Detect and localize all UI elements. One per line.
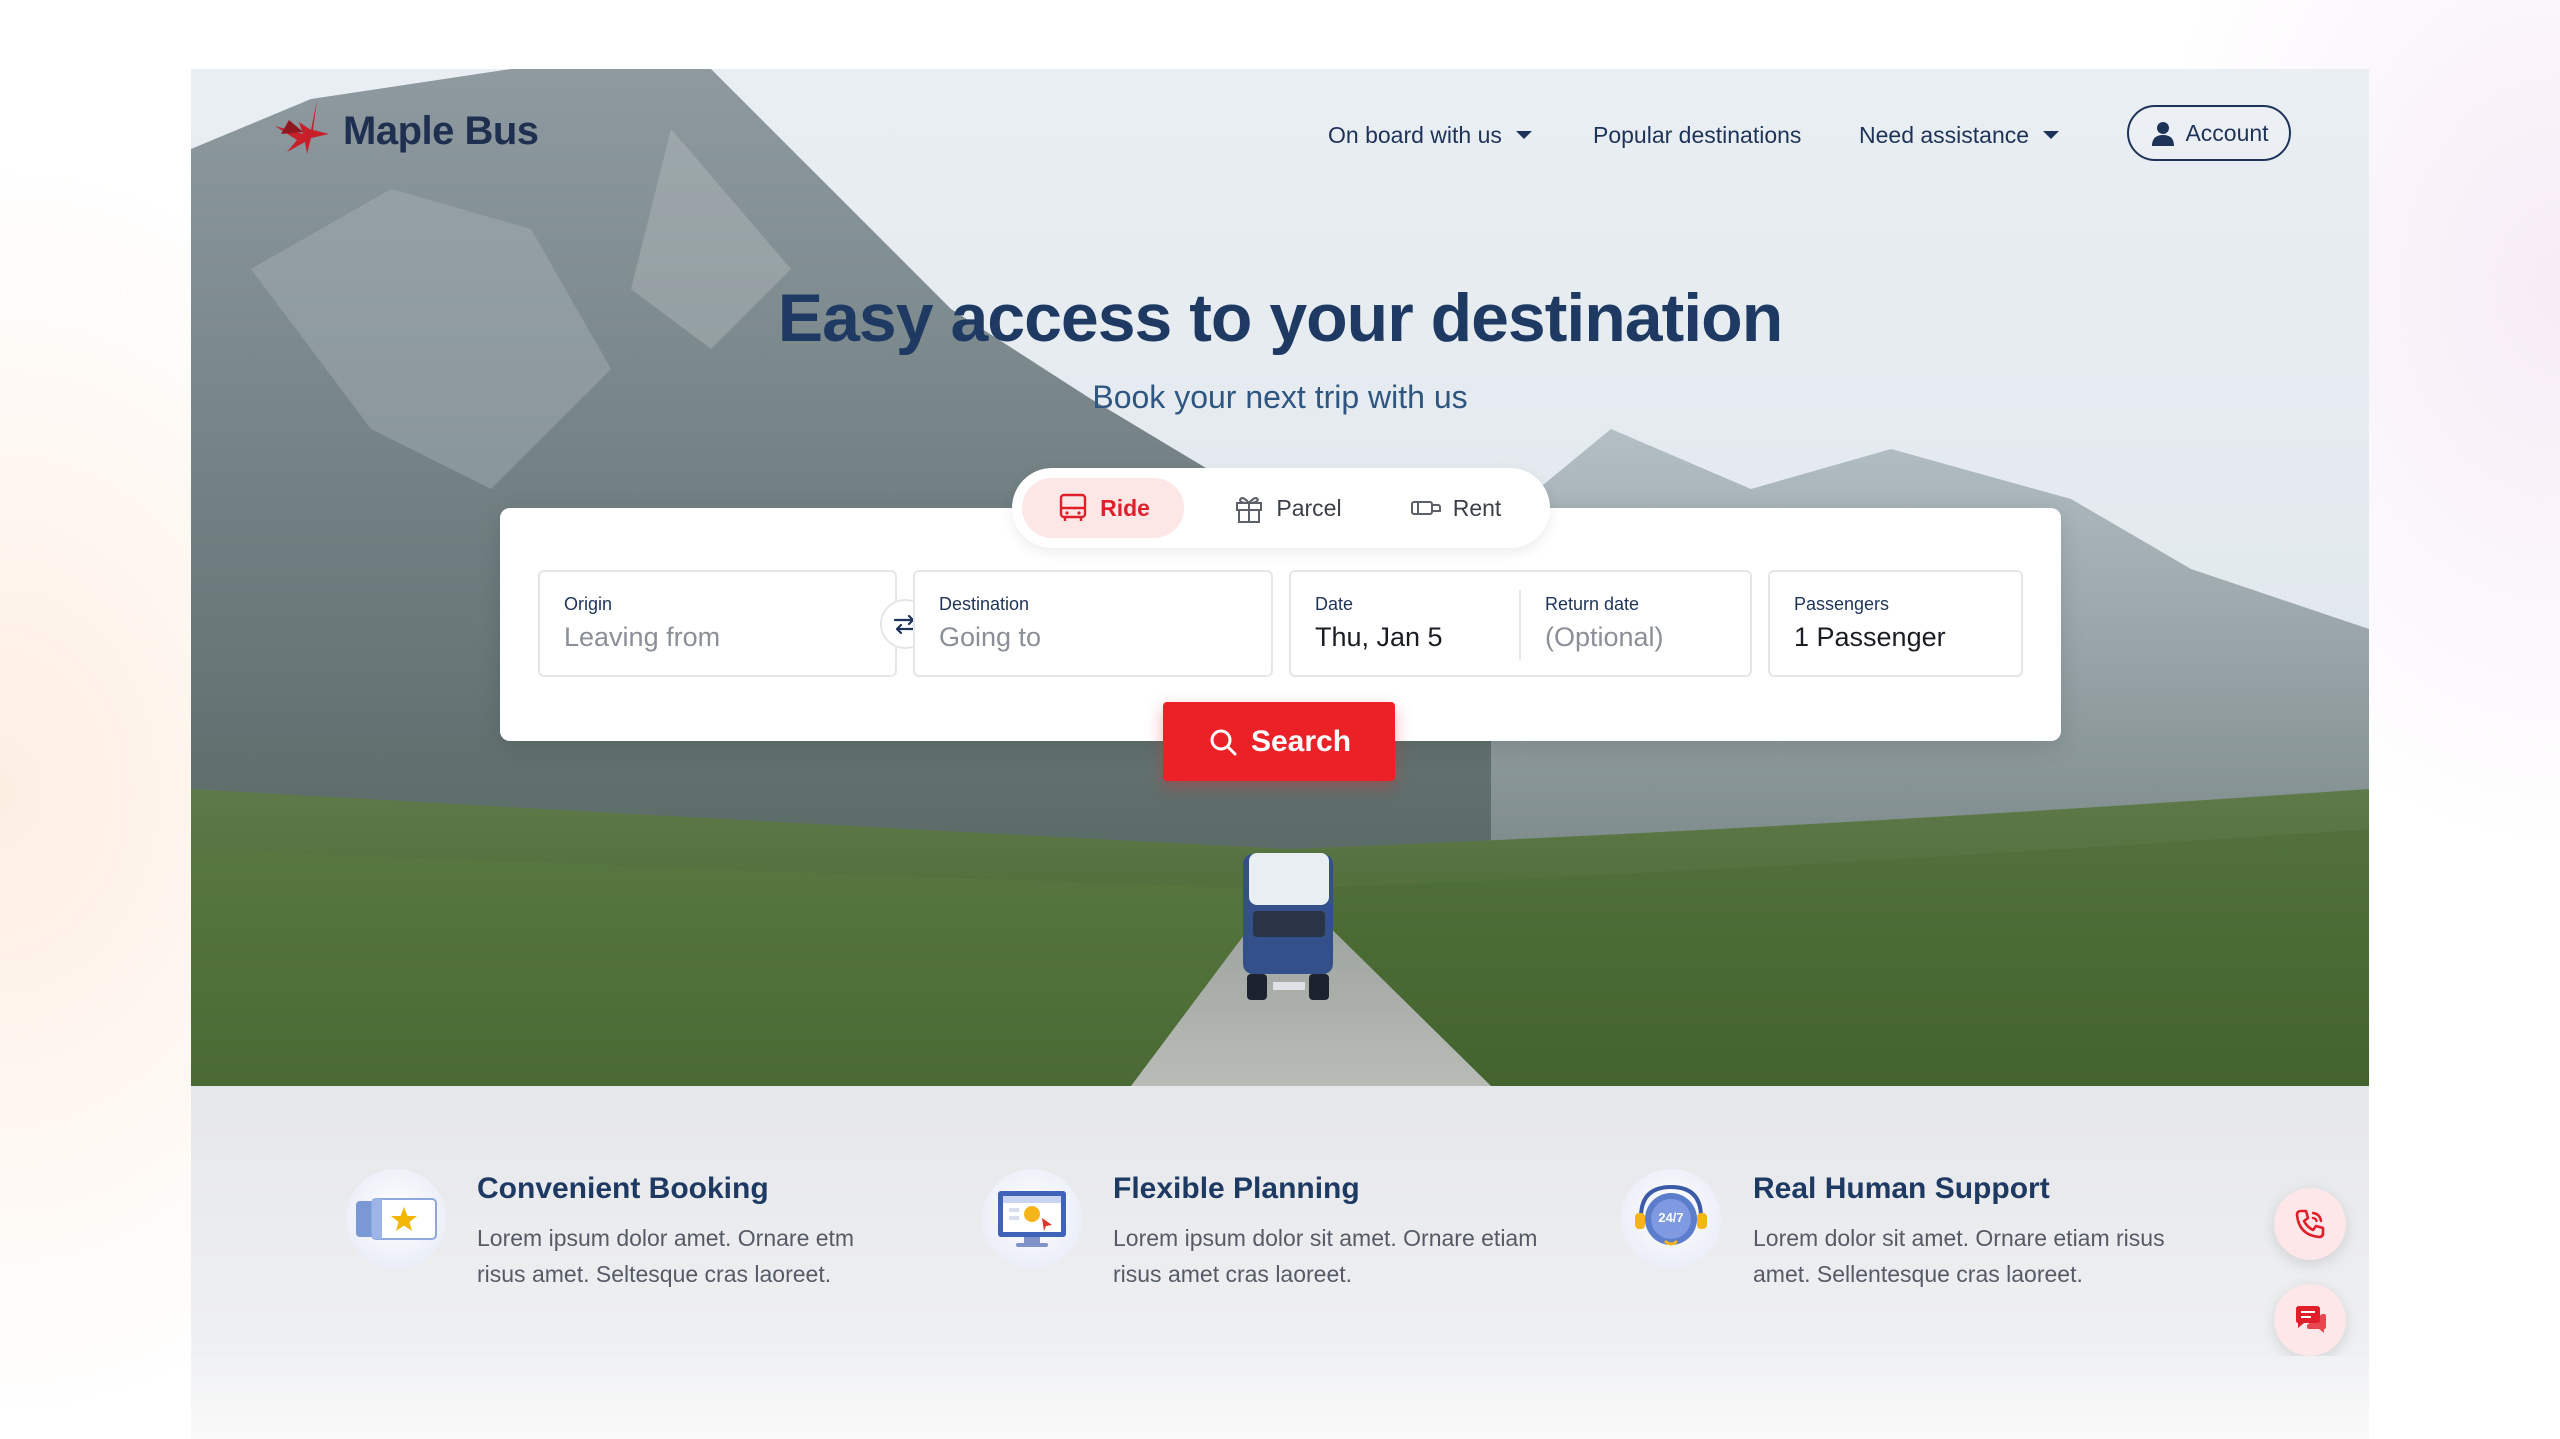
- booking-type-tabs: Ride Parcel Rent: [1012, 468, 1550, 548]
- feature-real-human-support: 24/7 Real Human Support Lorem dolor sit …: [1431, 1086, 2165, 1356]
- bus-icon: [1059, 493, 1087, 521]
- maple-leaf-logo-icon: [275, 100, 329, 154]
- search-button[interactable]: Search: [1163, 702, 1395, 781]
- live-chat-button[interactable]: [2274, 1284, 2346, 1356]
- brand-logo[interactable]: Maple Bus: [269, 91, 539, 171]
- destination-input[interactable]: Going to: [939, 622, 1041, 653]
- date-input[interactable]: Thu, Jan 5: [1315, 622, 1443, 653]
- phone-icon: [2295, 1209, 2325, 1239]
- passengers-label: Passengers: [1794, 594, 1890, 614]
- nav-label: Popular destinations: [1593, 121, 1802, 148]
- feature-title: Real Human Support: [1753, 1172, 2050, 1205]
- feature-flexible-planning: Flexible Planning Lorem ipsum dolor sit …: [791, 1086, 1537, 1356]
- ticket-star-icon: [346, 1169, 446, 1269]
- feature-title: Flexible Planning: [1113, 1172, 1360, 1205]
- nav-popular-destinations[interactable]: Popular destinations: [1593, 115, 1801, 155]
- feature-title: Convenient Booking: [477, 1172, 769, 1205]
- feature-description: Lorem dolor sit amet. Ornare etiam risus…: [1753, 1225, 2165, 1287]
- nav-label: Need assistance: [1859, 121, 2030, 148]
- van-icon: [1410, 501, 1441, 515]
- passengers-field[interactable]: Passengers 1 Passenger: [1768, 570, 2023, 677]
- date-range-field[interactable]: Date Thu, Jan 5 Return date (Optional): [1289, 570, 1752, 677]
- destination-field[interactable]: Destination Going to: [913, 570, 1273, 677]
- nav-need-assistance[interactable]: Need assistance: [1859, 115, 2060, 155]
- origin-input[interactable]: Leaving from: [564, 622, 720, 653]
- nav-label: On board with us: [1328, 121, 1502, 148]
- tab-ride[interactable]: Ride: [1022, 478, 1184, 538]
- origin-label: Origin: [564, 594, 613, 614]
- support-badge-text: 24/7: [1658, 1210, 1683, 1225]
- tab-label: Ride: [1100, 494, 1150, 521]
- features-section: Convenient Booking Lorem ipsum dolor ame…: [191, 1086, 2369, 1356]
- call-support-button[interactable]: [2274, 1188, 2346, 1260]
- computer-calendar-icon: [982, 1169, 1082, 1269]
- hero-title: Easy access to your destination: [777, 280, 1784, 356]
- destination-label: Destination: [939, 594, 1030, 614]
- chevron-down-icon: [2043, 131, 2060, 139]
- return-date-input[interactable]: (Optional): [1545, 622, 1664, 653]
- account-button[interactable]: Account: [2127, 105, 2291, 161]
- gift-icon: [1236, 497, 1263, 523]
- date-label: Date: [1315, 594, 1354, 614]
- tab-label: Parcel: [1276, 494, 1342, 521]
- chevron-down-icon: [1515, 131, 1532, 139]
- bottom-section-fade: [191, 1356, 2369, 1439]
- date-divider: [1519, 590, 1521, 660]
- origin-field[interactable]: Origin Leaving from: [538, 570, 897, 677]
- support-24-7-icon: 24/7: [1621, 1169, 1721, 1269]
- feature-convenient-booking: Convenient Booking Lorem ipsum dolor ame…: [191, 1086, 854, 1356]
- return-date-label: Return date: [1545, 594, 1640, 614]
- search-icon: [1210, 729, 1237, 755]
- account-label: Account: [2185, 119, 2269, 146]
- hero-section: Maple Bus On board with us Popular desti…: [191, 69, 2369, 1086]
- hero-subtitle: Book your next trip with us: [1092, 379, 1468, 415]
- top-navigation: Maple Bus On board with us Popular desti…: [191, 69, 2369, 199]
- user-icon: [2152, 122, 2175, 146]
- brand-name: Maple Bus: [343, 108, 539, 153]
- tab-parcel[interactable]: Parcel: [1212, 478, 1362, 538]
- page-frame: Maple Bus On board with us Popular desti…: [191, 69, 2369, 1439]
- search-button-label: Search: [1250, 724, 1352, 758]
- tab-label: Rent: [1452, 494, 1502, 521]
- chat-icon: [2296, 1306, 2326, 1333]
- passengers-select[interactable]: 1 Passenger: [1794, 622, 1946, 653]
- nav-on-board-with-us[interactable]: On board with us: [1328, 115, 1532, 155]
- tab-rent[interactable]: Rent: [1380, 478, 1530, 538]
